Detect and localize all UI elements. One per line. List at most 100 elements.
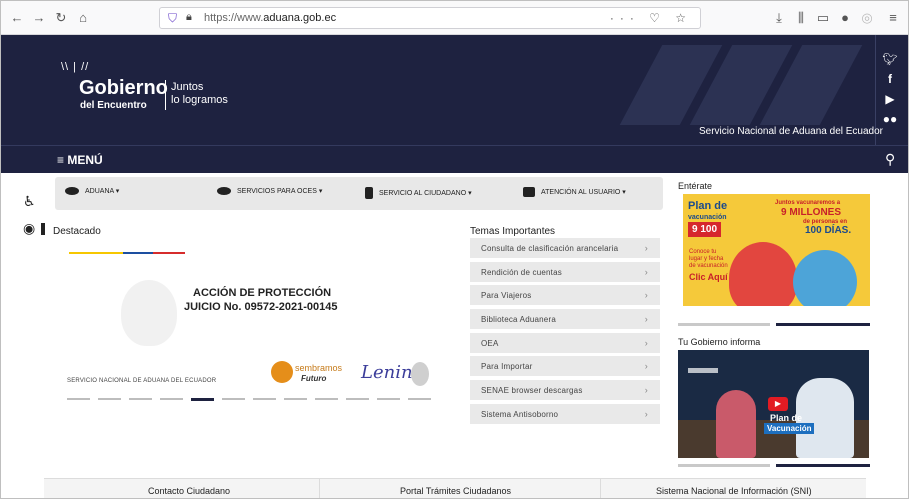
- sembramos-text: sembramos: [295, 363, 343, 373]
- slider-bar-active[interactable]: [776, 464, 870, 467]
- logo-slogan-line1: Juntos: [171, 81, 204, 93]
- nav-item-servicio-ciudadano[interactable]: SERVICIO AL CIUDADANO ▾: [365, 187, 472, 199]
- featured-subtitle[interactable]: JUICIO No. 09572-2021-00145: [184, 301, 337, 313]
- agency-name: Servicio Nacional de Aduana del Ecuador: [699, 126, 884, 137]
- facebook-icon[interactable]: f: [877, 69, 903, 89]
- logo-rays-icon: \\ | //: [61, 61, 90, 73]
- chat-icon: [523, 187, 535, 197]
- carousel-dot[interactable]: [98, 398, 121, 400]
- tree-icon: [271, 361, 293, 383]
- blue-character: [793, 250, 857, 314]
- flag-yellow: [69, 252, 123, 254]
- tema-label: Consulta de clasificación arancelaria: [481, 244, 619, 253]
- nav-item-atencion-usuario[interactable]: ATENCIÓN AL USUARIO ▾: [523, 187, 626, 197]
- app-menu-icon[interactable]: ≡: [885, 10, 901, 26]
- video-thumbnail[interactable]: ▶ Plan de Vacunación: [678, 350, 869, 458]
- download-icon[interactable]: ⤓: [771, 10, 787, 26]
- carousel-dot[interactable]: [129, 398, 152, 400]
- profile-icon[interactable]: ◎: [859, 10, 875, 26]
- url-actions[interactable]: ··· ♡ ☆: [610, 11, 692, 25]
- tema-biblioteca[interactable]: Biblioteca Aduanera ›: [470, 309, 660, 330]
- nav-item-servicios-oces[interactable]: SERVICIOS PARA OCES ▾: [217, 187, 322, 196]
- url-bar[interactable]: ⛉ 🔒︎ https://www.aduana.gob.ec ··· ♡ ☆: [159, 7, 701, 29]
- sidebar-icon[interactable]: ▭: [815, 10, 831, 26]
- nav-item-aduana[interactable]: ADUANA ▾: [65, 187, 119, 196]
- plan-clic[interactable]: Clic Aquí: [689, 272, 728, 282]
- accessibility-icon[interactable]: ♿︎: [23, 193, 36, 210]
- gobierno-logo-title[interactable]: Gobierno: [79, 77, 168, 100]
- carousel-dot[interactable]: [346, 398, 369, 400]
- plan-conoce: Conoce tu lugar y fecha de vacunación: [689, 249, 728, 269]
- tema-rendicion[interactable]: Rendición de cuentas ›: [470, 261, 660, 282]
- tema-label: Para Importar: [481, 362, 533, 372]
- tema-label: Sistema Antisoborno: [481, 409, 559, 419]
- tema-clasificacion[interactable]: Consulta de clasificación arancelaria ›: [470, 238, 660, 258]
- tema-antisoborno[interactable]: Sistema Antisoborno ›: [470, 403, 660, 424]
- footer-portal[interactable]: Portal Trámites Ciudadanos: [400, 486, 511, 496]
- person-icon: [365, 187, 373, 199]
- footer-sni[interactable]: Sistema Nacional de Información (SNI): [656, 486, 812, 496]
- carousel-dot[interactable]: [160, 398, 183, 400]
- flag-stripe: [69, 252, 185, 254]
- carousel-dot[interactable]: [67, 398, 90, 400]
- search-icon[interactable]: ⚲: [885, 151, 895, 168]
- carousel-dot[interactable]: [222, 398, 245, 400]
- chevron-right-icon: ›: [644, 408, 648, 419]
- nav-label: ATENCIÓN AL USUARIO ▾: [541, 188, 626, 196]
- flickr-icon[interactable]: ●●: [877, 109, 903, 129]
- tema-label: Biblioteca Aduanera: [481, 315, 556, 325]
- nav-label: SERVICIO AL CIUDADANO ▾: [379, 189, 472, 197]
- main-nav: ADUANA ▾ SERVICIOS PARA OCES ▾ SERVICIO …: [55, 177, 663, 210]
- play-icon[interactable]: ▶: [768, 397, 788, 411]
- youtube-icon[interactable]: ▶: [877, 89, 903, 109]
- video-logo: [688, 368, 718, 373]
- url-text[interactable]: https://www.aduana.gob.ec: [204, 12, 336, 24]
- tema-browser[interactable]: SENAE browser descargas ›: [470, 380, 660, 401]
- carousel-dot[interactable]: [284, 398, 307, 400]
- tema-viajeros[interactable]: Para Viajeros ›: [470, 285, 660, 306]
- temas-heading: Temas Importantes: [470, 226, 556, 237]
- tu-gobierno-heading: Tu Gobierno informa: [678, 337, 761, 347]
- temas-list: Consulta de clasificación arancelaria › R…: [470, 238, 660, 428]
- tema-importar[interactable]: Para Importar ›: [470, 356, 660, 377]
- chevron-right-icon: ›: [644, 385, 648, 396]
- plan-juntos: Juntos vacunaremos a: [775, 200, 841, 206]
- chevron-right-icon: ›: [644, 361, 648, 372]
- back-icon[interactable]: ←: [9, 10, 25, 26]
- gobierno-logo-subtitle: del Encuentro: [80, 100, 147, 111]
- carousel-dot[interactable]: [253, 398, 276, 400]
- tracking-shield-icon[interactable]: ⛉: [168, 11, 177, 26]
- vaccination-banner[interactable]: Plan de vacunación 9 100 Juntos vacunare…: [683, 194, 870, 319]
- slider-bar[interactable]: [678, 464, 770, 467]
- banner-slider: [678, 323, 870, 326]
- library-icon[interactable]: ⫼: [793, 10, 809, 26]
- menu-bar: ≡ MENÚ ⚲: [1, 145, 908, 173]
- slider-bar[interactable]: [678, 323, 770, 326]
- lock-icon[interactable]: 🔒︎: [186, 11, 192, 24]
- eye-icon[interactable]: ◉: [23, 220, 35, 237]
- slider-bar-active[interactable]: [776, 323, 870, 326]
- extension-icon[interactable]: ●: [837, 10, 853, 26]
- carousel-dot[interactable]: [377, 398, 400, 400]
- contrast-toggle[interactable]: [41, 223, 45, 235]
- home-icon[interactable]: ⌂: [75, 10, 91, 26]
- tema-label: Rendición de cuentas: [481, 267, 562, 277]
- carousel-dot-active[interactable]: [191, 398, 214, 401]
- browser-toolbar: ← → ↻ ⌂ ⛉ 🔒︎ https://www.aduana.gob.ec ·…: [1, 1, 908, 35]
- featured-footer-text: SERVICIO NACIONAL DE ADUANA DEL ECUADOR: [67, 378, 217, 384]
- forward-icon[interactable]: →: [31, 10, 47, 26]
- menu-button[interactable]: ≡ MENÚ: [57, 153, 103, 167]
- plan-title: Plan de: [688, 200, 728, 212]
- tema-label: OEA: [481, 338, 499, 348]
- flag-blue: [123, 252, 153, 254]
- carousel-dots: [67, 398, 439, 402]
- tema-oea[interactable]: OEA ›: [470, 332, 660, 353]
- video-person: [796, 378, 854, 458]
- featured-title[interactable]: ACCIÓN DE PROTECCIÓN: [193, 287, 331, 299]
- reload-icon[interactable]: ↻: [53, 10, 69, 26]
- carousel-dot[interactable]: [315, 398, 338, 400]
- social-links: 🐦︎ f ▶ ●●: [877, 49, 903, 129]
- carousel-dot[interactable]: [408, 398, 431, 400]
- footer-contacto[interactable]: Contacto Ciudadano: [148, 486, 230, 496]
- twitter-icon[interactable]: 🐦︎: [877, 49, 903, 69]
